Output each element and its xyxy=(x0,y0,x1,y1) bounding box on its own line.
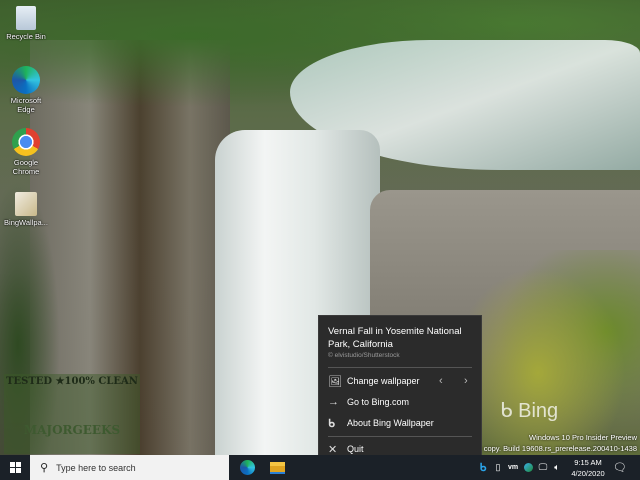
edge-icon xyxy=(239,460,255,475)
bing-icon: ᑲ xyxy=(328,417,335,430)
taskbar-file-explorer[interactable] xyxy=(264,455,290,480)
folder-icon xyxy=(269,461,285,474)
network-globe-icon[interactable] xyxy=(521,455,535,480)
search-placeholder: Type here to search xyxy=(56,462,136,473)
chrome-icon xyxy=(12,128,40,156)
bing-tray-icon[interactable]: ᑲ xyxy=(476,455,490,480)
close-icon: ✕ xyxy=(328,443,338,456)
bing-logo: ᑲ Bing xyxy=(500,400,559,422)
image-icon: 🖼︎ xyxy=(328,375,342,388)
time: 9:15 AM xyxy=(574,458,602,467)
wallpaper-title: Vernal Fall in Yosemite National Park, C… xyxy=(328,326,462,350)
arrow-right-icon: → xyxy=(328,396,339,408)
usb-icon[interactable]: ▯ xyxy=(492,455,504,480)
divider xyxy=(328,436,472,437)
edge-icon xyxy=(12,66,40,94)
menu-item-change-wallpaper[interactable]: 🖼︎ Change wallpaper ‹ › xyxy=(319,371,481,391)
windows-icon xyxy=(9,462,21,473)
start-button[interactable] xyxy=(0,455,30,480)
majorgeeks-watermark: TESTED ★100% CLEAN MAJORGEEKS xyxy=(4,374,140,454)
search-box[interactable]: ⚲ Type here to search xyxy=(30,455,229,480)
search-icon: ⚲ xyxy=(40,462,49,474)
clock[interactable]: 9:15 AM 4/20/2020 xyxy=(566,457,610,479)
desktop-icon-recycle-bin[interactable]: Recycle Bin xyxy=(2,6,50,41)
wallpaper-credit: © elvistudio/Shutterstock xyxy=(328,352,400,359)
desktop-icon-google-chrome[interactable]: Google Chrome xyxy=(2,128,50,176)
taskbar-edge[interactable] xyxy=(234,455,260,480)
bing-wallpaper-menu: Vernal Fall in Yosemite National Park, C… xyxy=(318,315,482,460)
volume-icon[interactable]: 🔈︎ xyxy=(550,455,564,480)
previous-wallpaper-button[interactable]: ‹ xyxy=(439,371,443,391)
menu-item-go-to-bing[interactable]: → Go to Bing.com xyxy=(319,392,481,412)
date: 4/20/2020 xyxy=(571,469,605,478)
vm-icon[interactable]: vm xyxy=(506,455,520,480)
recycle-bin-icon xyxy=(16,6,36,30)
next-wallpaper-button[interactable]: › xyxy=(464,371,468,391)
bing-wallpaper-app-icon xyxy=(15,192,37,216)
menu-item-about[interactable]: ᑲ About Bing Wallpaper xyxy=(319,413,481,433)
desktop-icon-microsoft-edge[interactable]: Microsoft Edge xyxy=(2,66,50,114)
desktop-icon-bing-wallpaper[interactable]: BingWallpa... xyxy=(2,192,50,227)
divider xyxy=(328,367,472,368)
os-watermark-line1: Windows 10 Pro Insider Preview xyxy=(529,433,637,442)
monitor-icon[interactable]: 🖵︎ xyxy=(536,455,550,480)
notification-icon[interactable]: 🗨︎ xyxy=(612,455,628,480)
os-watermark-line2: or copy. Build 19608.rs_prerelease.20041… xyxy=(474,444,637,453)
taskbar: ⚲ Type here to search ᑲ ▯ vm 🖵︎ 🔈︎ 9:15 … xyxy=(0,455,640,480)
trees-right xyxy=(470,250,640,455)
